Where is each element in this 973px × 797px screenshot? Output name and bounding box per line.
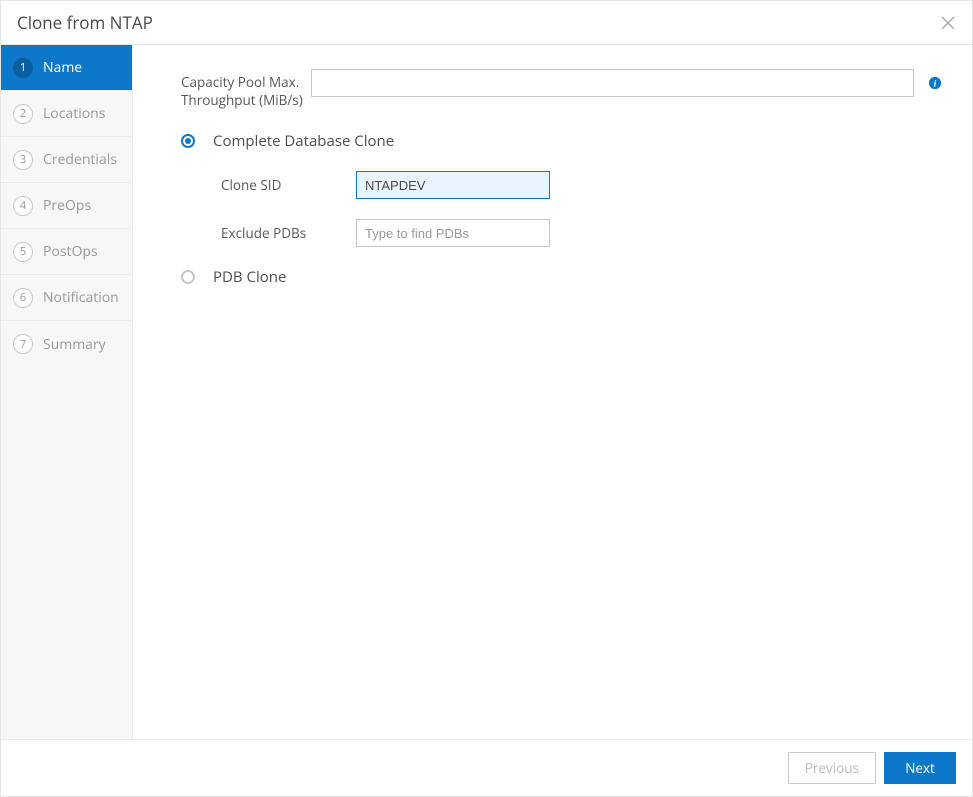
wizard-content: Capacity Pool Max. Throughput (MiB/s) i …	[133, 45, 972, 739]
exclude-pdbs-input[interactable]	[356, 219, 550, 247]
radio-complete-clone[interactable]	[181, 134, 195, 148]
exclude-pdbs-row: Exclude PDBs	[221, 219, 942, 247]
wizard-step-summary[interactable]: 7 Summary	[1, 321, 132, 367]
wizard-sidebar: 1 Name 2 Locations 3 Credentials 4 PreOp…	[1, 45, 133, 739]
step-number: 1	[13, 58, 33, 78]
wizard-step-name[interactable]: 1 Name	[1, 45, 132, 91]
step-number: 7	[13, 334, 33, 354]
next-button[interactable]: Next	[884, 752, 956, 784]
close-icon[interactable]	[940, 15, 956, 31]
step-label: Notification	[43, 288, 119, 307]
wizard-step-notification[interactable]: 6 Notification	[1, 275, 132, 321]
previous-button: Previous	[788, 752, 876, 784]
wizard-step-locations[interactable]: 2 Locations	[1, 91, 132, 137]
dialog-footer: Previous Next	[1, 739, 972, 796]
radio-pdb-clone[interactable]	[181, 270, 195, 284]
clone-sid-input[interactable]	[356, 171, 550, 199]
dialog-header: Clone from NTAP	[1, 1, 972, 45]
step-label: Locations	[43, 104, 105, 123]
dialog-title: Clone from NTAP	[17, 11, 153, 34]
capacity-throughput-input[interactable]	[311, 69, 914, 97]
capacity-row: Capacity Pool Max. Throughput (MiB/s) i	[181, 69, 942, 109]
step-number: 6	[13, 288, 33, 308]
exclude-pdbs-label: Exclude PDBs	[221, 224, 356, 242]
radio-pdb-clone-label: PDB Clone	[213, 267, 286, 287]
radio-complete-clone-label: Complete Database Clone	[213, 131, 394, 151]
step-number: 3	[13, 150, 33, 170]
wizard-step-credentials[interactable]: 3 Credentials	[1, 137, 132, 183]
step-label: Credentials	[43, 150, 117, 169]
step-number: 4	[13, 196, 33, 216]
option-complete-clone[interactable]: Complete Database Clone	[181, 131, 942, 151]
step-label: Name	[43, 58, 82, 77]
complete-clone-group: Clone SID Exclude PDBs	[181, 171, 942, 247]
step-label: Summary	[43, 335, 106, 354]
dialog-body: 1 Name 2 Locations 3 Credentials 4 PreOp…	[1, 45, 972, 739]
svg-text:i: i	[934, 79, 937, 90]
clone-sid-label: Clone SID	[221, 176, 356, 194]
step-label: PostOps	[43, 242, 98, 261]
wizard-step-preops[interactable]: 4 PreOps	[1, 183, 132, 229]
capacity-label: Capacity Pool Max. Throughput (MiB/s)	[181, 69, 311, 109]
step-label: PreOps	[43, 196, 91, 215]
option-pdb-clone[interactable]: PDB Clone	[181, 267, 942, 287]
step-number: 5	[13, 242, 33, 262]
step-number: 2	[13, 104, 33, 124]
clone-sid-row: Clone SID	[221, 171, 942, 199]
wizard-step-postops[interactable]: 5 PostOps	[1, 229, 132, 275]
clone-wizard-dialog: Clone from NTAP 1 Name 2 Locations 3 Cre…	[0, 0, 973, 797]
info-icon[interactable]: i	[928, 76, 942, 90]
